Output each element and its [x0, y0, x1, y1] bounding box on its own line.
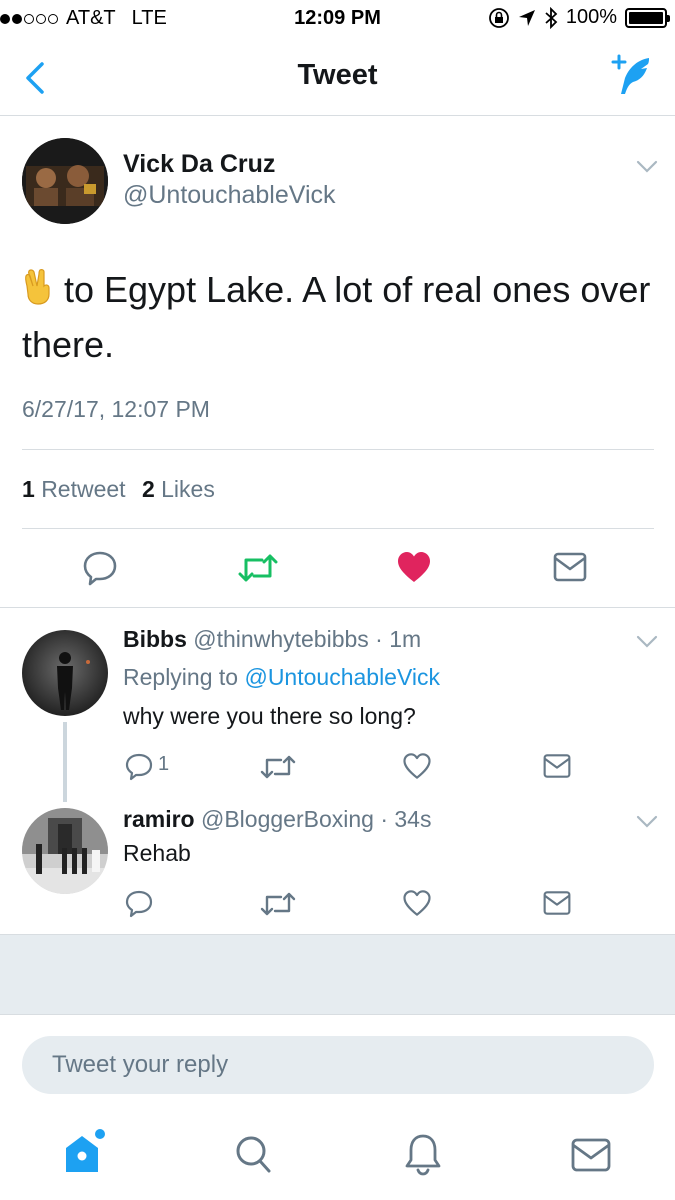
- chevron-down-icon[interactable]: [636, 160, 658, 174]
- replying-to-link[interactable]: @UntouchableVick: [244, 664, 440, 690]
- tweet-body: to Egypt Lake. A lot of real ones over t…: [22, 269, 651, 365]
- like-icon-active[interactable]: [396, 550, 432, 584]
- share-dm-icon[interactable]: [553, 552, 587, 582]
- replying-to: Replying to @UntouchableVick: [123, 664, 440, 691]
- battery-percent: 100%: [565, 6, 617, 28]
- tweet-timestamp: 6/27/17, 12:07 PM: [22, 396, 210, 422]
- reply-icon[interactable]: [124, 889, 154, 919]
- retweet-icon[interactable]: [238, 552, 278, 584]
- reply-author-name: Bibbs: [123, 626, 187, 652]
- tweet-text: to Egypt Lake. A lot of real ones over t…: [22, 262, 662, 372]
- compose-tweet-button[interactable]: [609, 54, 655, 100]
- divider: [22, 449, 654, 450]
- tab-bar: [0, 1110, 675, 1200]
- reply-icon[interactable]: [82, 550, 118, 586]
- chevron-down-icon[interactable]: [636, 635, 658, 649]
- reply-count: 1: [158, 753, 170, 775]
- reply-author-handle: @BloggerBoxing: [200, 806, 374, 832]
- reply-header[interactable]: Bibbs @thinwhytebibbs · 1m: [123, 626, 421, 653]
- share-dm-icon[interactable]: [543, 890, 571, 916]
- retweet-icon[interactable]: [260, 890, 296, 918]
- bluetooth-icon: [545, 6, 558, 29]
- reply-input[interactable]: Tweet your reply: [22, 1036, 654, 1094]
- replying-prefix: Replying to: [123, 664, 239, 690]
- home-icon[interactable]: [62, 1128, 108, 1174]
- reply-author-handle: @thinwhytebibbs: [193, 626, 369, 652]
- search-icon[interactable]: [234, 1134, 272, 1174]
- status-bar: AT&T LTE 12:09 PM 100%: [0, 0, 675, 40]
- notifications-icon[interactable]: [404, 1132, 442, 1176]
- victory-hand-emoji-icon: [24, 269, 50, 305]
- like-icon[interactable]: [402, 751, 432, 781]
- reply-author-name: ramiro: [123, 806, 195, 832]
- likes-count: 2: [141, 476, 155, 502]
- retweets-count: 1: [22, 476, 35, 502]
- author-name[interactable]: Vick Da Cruz: [123, 150, 275, 179]
- reply-header[interactable]: ramiro @BloggerBoxing · 34s: [123, 806, 431, 833]
- reply-time: 34s: [394, 806, 432, 832]
- battery-icon: [625, 7, 670, 28]
- reply-avatar[interactable]: [22, 630, 108, 716]
- like-icon[interactable]: [402, 888, 432, 918]
- status-right: 100%: [488, 6, 670, 29]
- divider: [0, 607, 675, 608]
- reply-text: Rehab: [123, 840, 191, 866]
- divider: [22, 528, 654, 529]
- reply-icon[interactable]: [124, 752, 154, 782]
- empty-area: [0, 934, 675, 1015]
- rotation-lock-icon: [488, 7, 509, 28]
- author-avatar[interactable]: [22, 138, 108, 224]
- tweet-actions: [0, 540, 675, 600]
- location-arrow-icon: [518, 9, 535, 26]
- thread-line: [63, 722, 67, 802]
- author-handle[interactable]: @UntouchableVick: [123, 181, 336, 210]
- nav-bar: Tweet: [0, 40, 675, 116]
- likes-label: Likes: [161, 476, 215, 502]
- messages-icon[interactable]: [571, 1138, 611, 1172]
- chevron-down-icon[interactable]: [636, 815, 658, 829]
- tweet-stats[interactable]: 1 Retweet 2 Likes: [22, 476, 215, 503]
- page-title: Tweet: [297, 59, 378, 91]
- retweets-label: Retweet: [41, 476, 126, 502]
- reply-text: why were you there so long?: [123, 703, 416, 729]
- reply-time: 1m: [389, 626, 422, 652]
- retweet-icon[interactable]: [260, 753, 296, 781]
- share-dm-icon[interactable]: [543, 753, 571, 779]
- reply-avatar[interactable]: [22, 808, 108, 894]
